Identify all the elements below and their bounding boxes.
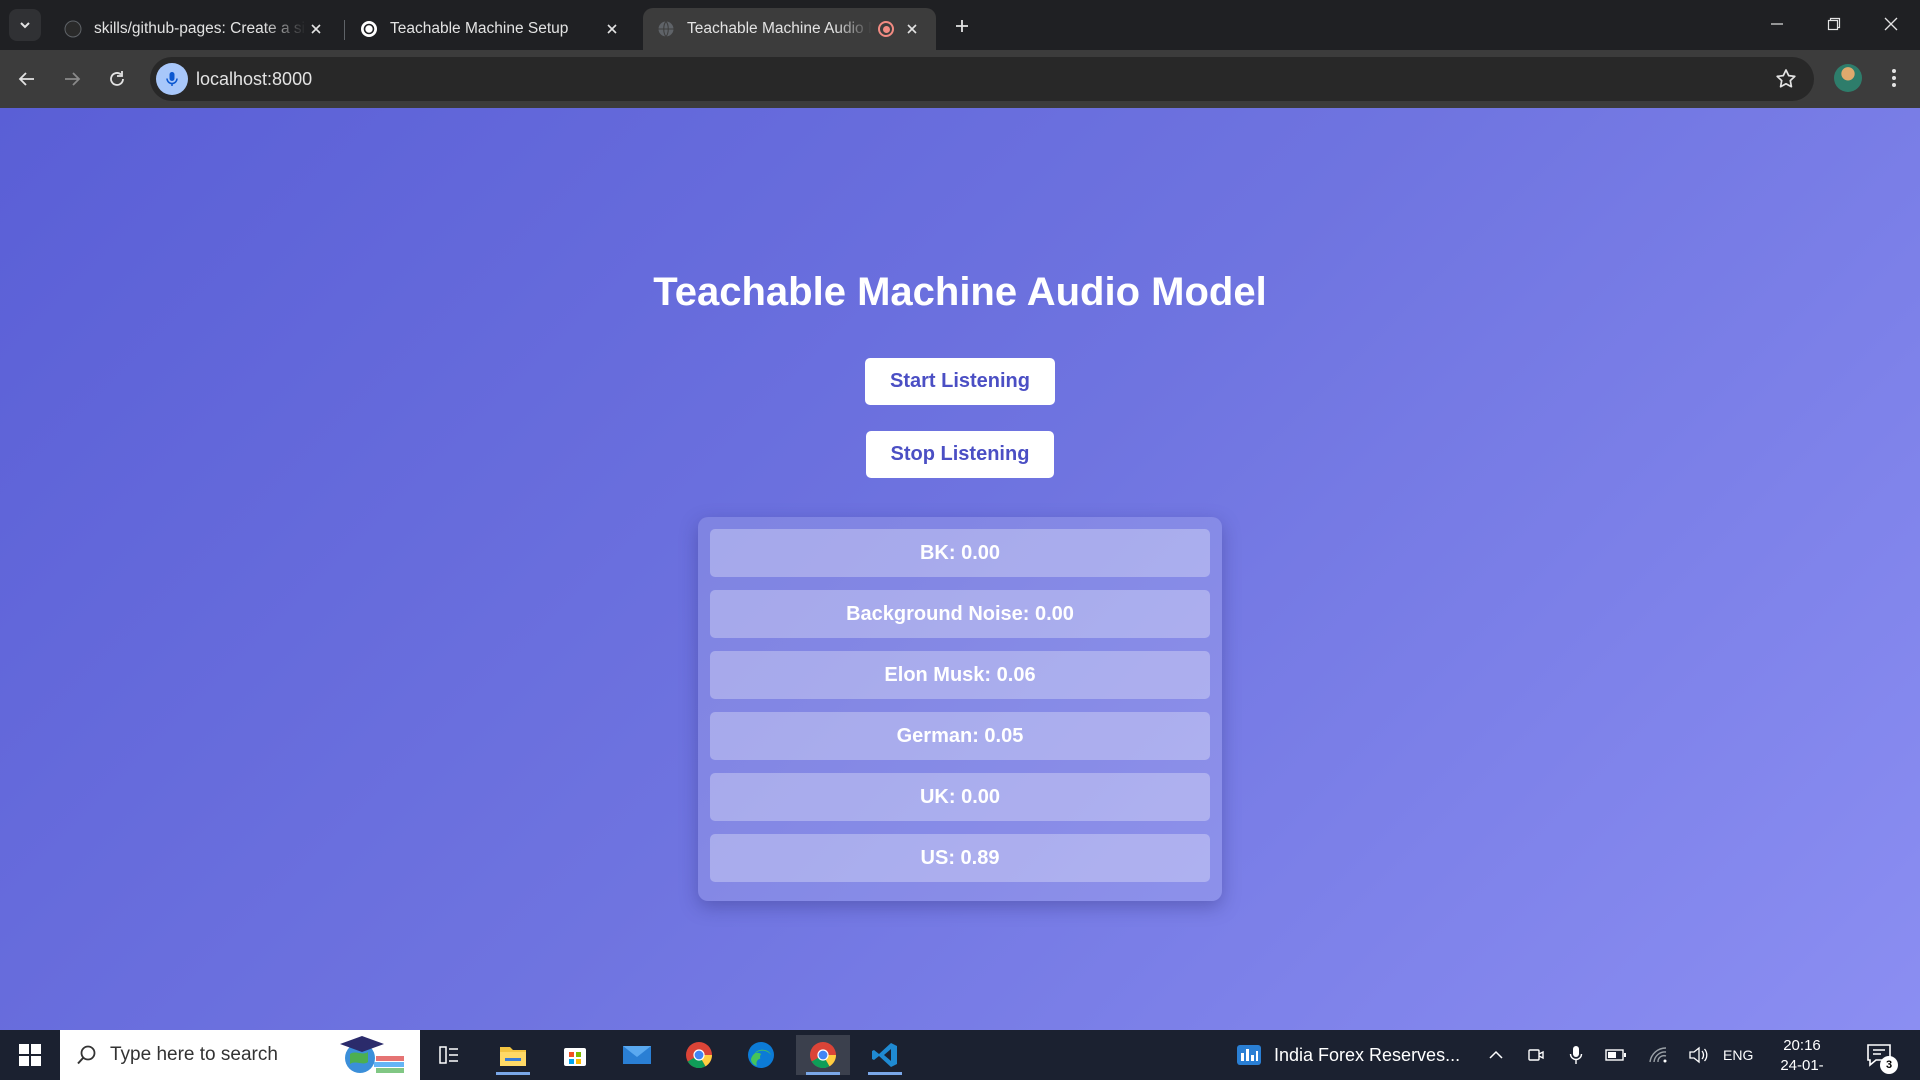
close-tab-icon[interactable] <box>306 19 326 39</box>
chevron-up-icon <box>1489 1050 1503 1059</box>
reload-icon <box>110 71 124 86</box>
plus-icon <box>956 20 968 32</box>
start-button[interactable] <box>0 1030 60 1080</box>
news-headline: India Forex Reserves... <box>1274 1044 1461 1065</box>
page-content: Teachable Machine Audio Model Start List… <box>0 108 1920 1030</box>
news-widget[interactable]: India Forex Reserves... <box>1236 1030 1460 1080</box>
windows-taskbar: Type here to search India Forex Reserves… <box>0 1030 1920 1080</box>
bookmark-star-icon[interactable] <box>1774 67 1798 91</box>
clock-time: 20:16 <box>1783 1037 1821 1054</box>
close-icon <box>1884 17 1898 31</box>
education-illustration-icon <box>340 1036 404 1073</box>
close-tab-icon[interactable] <box>902 19 922 39</box>
prediction-row-german: German: 0.05 <box>710 712 1210 760</box>
task-view-button[interactable] <box>422 1035 476 1075</box>
chatgpt-icon <box>361 21 377 37</box>
stock-chart-icon <box>1237 1045 1261 1065</box>
system-clock[interactable]: 20:16 24-01-2025 <box>1764 1036 1840 1080</box>
active-indicator <box>806 1072 840 1075</box>
restore-button[interactable] <box>1805 0 1863 48</box>
chrome-active-icon <box>810 1042 837 1069</box>
github-icon <box>64 20 82 38</box>
microsoft-store-button[interactable] <box>548 1035 602 1075</box>
show-hidden-icons-button[interactable] <box>1484 1043 1508 1067</box>
address-bar[interactable]: localhost:8000 <box>150 57 1814 101</box>
mail-icon <box>623 1046 651 1064</box>
edge-icon <box>748 1042 774 1068</box>
vscode-icon <box>872 1043 897 1067</box>
network-tray-button[interactable] <box>1646 1043 1670 1067</box>
page-title: Teachable Machine Audio Model <box>653 270 1267 314</box>
tab-search-button[interactable] <box>9 9 41 41</box>
active-indicator <box>496 1072 530 1075</box>
chevron-down-icon <box>20 22 30 29</box>
site-info-button[interactable] <box>156 63 188 95</box>
clock-date: 24-01-2025 <box>1780 1057 1824 1080</box>
file-explorer-button[interactable] <box>486 1035 540 1075</box>
microsoft-store-icon <box>564 1048 586 1066</box>
restore-icon <box>1827 17 1841 31</box>
minimize-icon <box>1771 23 1783 25</box>
search-placeholder: Type here to search <box>110 1044 278 1065</box>
tab-teachable-machine-audio-model[interactable]: Teachable Machine Audio Model <box>643 8 936 50</box>
tab-separator <box>344 20 345 40</box>
back-button[interactable] <box>10 62 44 96</box>
file-explorer-icon <box>500 1047 526 1066</box>
battery-tray-button[interactable] <box>1604 1043 1628 1067</box>
prediction-row-background-noise: Background Noise: 0.00 <box>710 590 1210 638</box>
close-window-button[interactable] <box>1862 0 1920 48</box>
stop-listening-button[interactable]: Stop Listening <box>866 431 1054 478</box>
microphone-icon <box>166 72 178 86</box>
chrome-active-window-button[interactable] <box>796 1035 850 1075</box>
prediction-row-bk: BK: 0.00 <box>710 529 1210 577</box>
url-text: localhost:8000 <box>196 69 313 89</box>
tab-teachable-machine-setup[interactable]: Teachable Machine Setup <box>346 8 636 50</box>
start-listening-button[interactable]: Start Listening <box>865 358 1055 405</box>
globe-icon <box>658 21 674 37</box>
prediction-row-uk: UK: 0.00 <box>710 773 1210 821</box>
arrow-left-icon <box>18 72 34 86</box>
microphone-icon <box>1569 1046 1583 1064</box>
windows-logo-icon <box>19 1044 41 1066</box>
tab-title: Teachable Machine Audio Model <box>687 20 872 37</box>
wifi-icon <box>1649 1047 1667 1063</box>
minimize-button[interactable] <box>1748 0 1806 48</box>
reload-button[interactable] <box>100 62 134 96</box>
prediction-row-elon-musk: Elon Musk: 0.06 <box>710 651 1210 699</box>
volume-icon <box>1689 1046 1708 1064</box>
tab-github-pages[interactable]: skills/github-pages: Create a site <box>50 8 340 50</box>
browser-menu-button[interactable] <box>1880 64 1908 92</box>
prediction-results-panel: BK: 0.00 Background Noise: 0.00 Elon Mus… <box>698 517 1222 901</box>
battery-icon <box>1605 1049 1626 1061</box>
chrome-icon <box>686 1042 713 1069</box>
browser-toolbar: localhost:8000 <box>0 50 1920 108</box>
prediction-row-us: US: 0.89 <box>710 834 1210 882</box>
chrome-button[interactable] <box>672 1035 726 1075</box>
tab-title: skills/github-pages: Create a site <box>94 20 306 37</box>
vscode-button[interactable] <box>858 1035 912 1075</box>
language-indicator[interactable]: ENG <box>1723 1047 1753 1063</box>
forward-button[interactable] <box>55 62 89 96</box>
arrow-right-icon <box>65 72 81 86</box>
recording-indicator-icon <box>878 21 894 37</box>
mail-button[interactable] <box>610 1035 664 1075</box>
browser-tab-strip: skills/github-pages: Create a site Teach… <box>0 0 1920 50</box>
taskbar-search-box[interactable]: Type here to search <box>60 1030 420 1080</box>
notification-count-badge: 3 <box>1880 1056 1898 1074</box>
close-tab-icon[interactable] <box>602 19 622 39</box>
profile-avatar[interactable] <box>1834 64 1862 92</box>
search-icon <box>77 1045 96 1065</box>
camera-tray-button[interactable] <box>1524 1043 1548 1067</box>
new-tab-button[interactable] <box>948 12 976 40</box>
active-indicator <box>868 1072 902 1075</box>
camera-icon <box>1528 1049 1544 1061</box>
more-vertical-icon <box>1892 69 1896 87</box>
tab-title: Teachable Machine Setup <box>390 20 569 37</box>
volume-tray-button[interactable] <box>1686 1043 1710 1067</box>
task-view-icon <box>439 1046 458 1064</box>
microphone-tray-button[interactable] <box>1564 1043 1588 1067</box>
edge-button[interactable] <box>734 1035 788 1075</box>
